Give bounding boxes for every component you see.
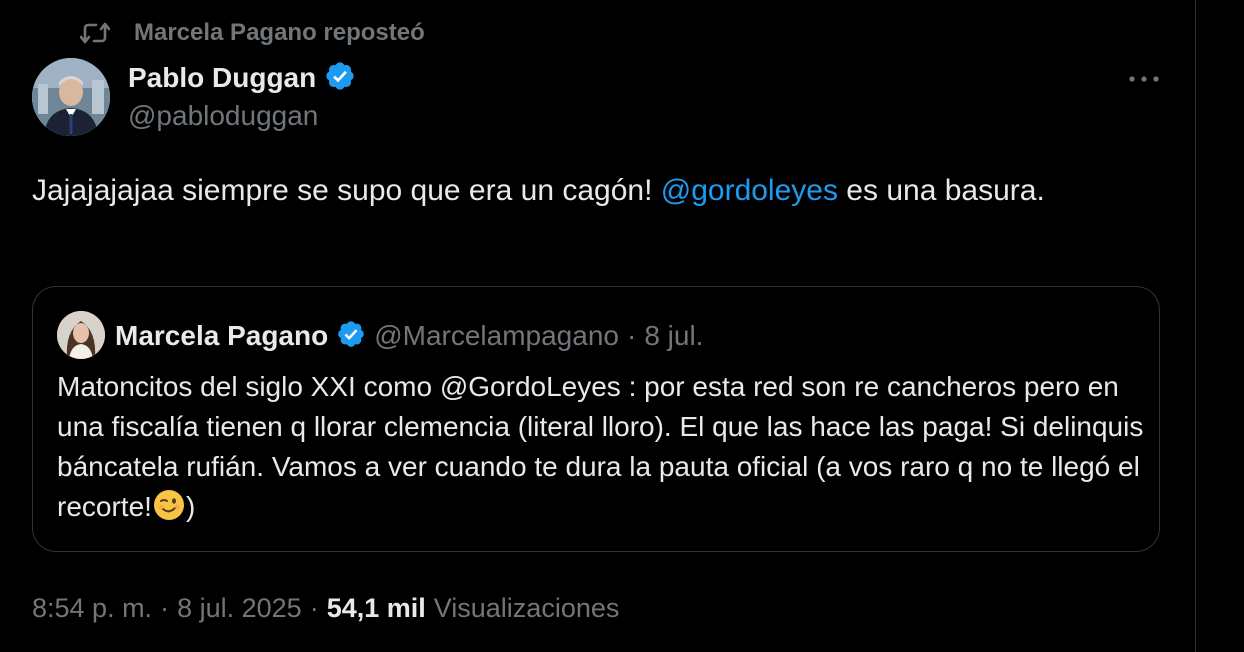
more-button[interactable]: [1124, 62, 1164, 96]
quoted-date: 8 jul.: [644, 320, 704, 351]
meta-separator: ·: [160, 592, 170, 623]
views-label: Visualizaciones: [433, 592, 620, 623]
quoted-author-name: Marcela Pagano: [115, 320, 329, 351]
quoted-text-end: ): [185, 491, 196, 522]
quoted-tweet[interactable]: Marcela Pagano @Marcelampagano · 8 jul. …: [32, 286, 1160, 552]
quoted-separator: ·: [626, 320, 637, 351]
tweet-meta: 8:54 p. m. · 8 jul. 2025 · 54,1 mil Visu…: [32, 590, 619, 626]
tweet-text-start: Jajajajajaa siempre se supo que era un c…: [32, 174, 661, 207]
verified-badge-icon: [336, 319, 366, 354]
repost-label: Marcela Pagano reposteó: [134, 19, 425, 46]
views-count[interactable]: 54,1 mil: [327, 593, 426, 624]
author-handle[interactable]: @pabloduggan: [128, 100, 356, 132]
author-avatar[interactable]: [32, 58, 110, 136]
tweet-text: Jajajajajaa siempre se supo que era un c…: [32, 170, 1152, 212]
mention-link[interactable]: @gordoleyes: [661, 174, 838, 207]
quoted-text-body: Matoncitos del siglo XXI como @GordoLeye…: [57, 371, 1144, 522]
verified-badge-icon: [324, 60, 356, 97]
repost-header[interactable]: Marcela Pagano reposteó: [80, 18, 425, 48]
tweet-date[interactable]: 8 jul. 2025: [177, 593, 302, 624]
more-icon: [1128, 70, 1160, 88]
tweet-text-end: es una basura.: [837, 174, 1045, 207]
winking-face-emoji: [152, 488, 186, 522]
author-name[interactable]: Pablo Duggan: [128, 62, 316, 94]
quoted-author-handle: @Marcelampagano: [374, 320, 619, 351]
repost-icon: [80, 20, 110, 46]
tweet-time[interactable]: 8:54 p. m.: [32, 593, 152, 624]
meta-separator: ·: [309, 592, 319, 623]
column-divider: [1195, 0, 1196, 652]
quoted-author-avatar[interactable]: [57, 311, 105, 359]
quoted-header: Marcela Pagano @Marcelampagano · 8 jul.: [115, 317, 703, 355]
quoted-text: Matoncitos del siglo XXI como @GordoLeye…: [57, 367, 1147, 527]
author-info: Pablo Duggan @pabloduggan: [128, 60, 356, 132]
